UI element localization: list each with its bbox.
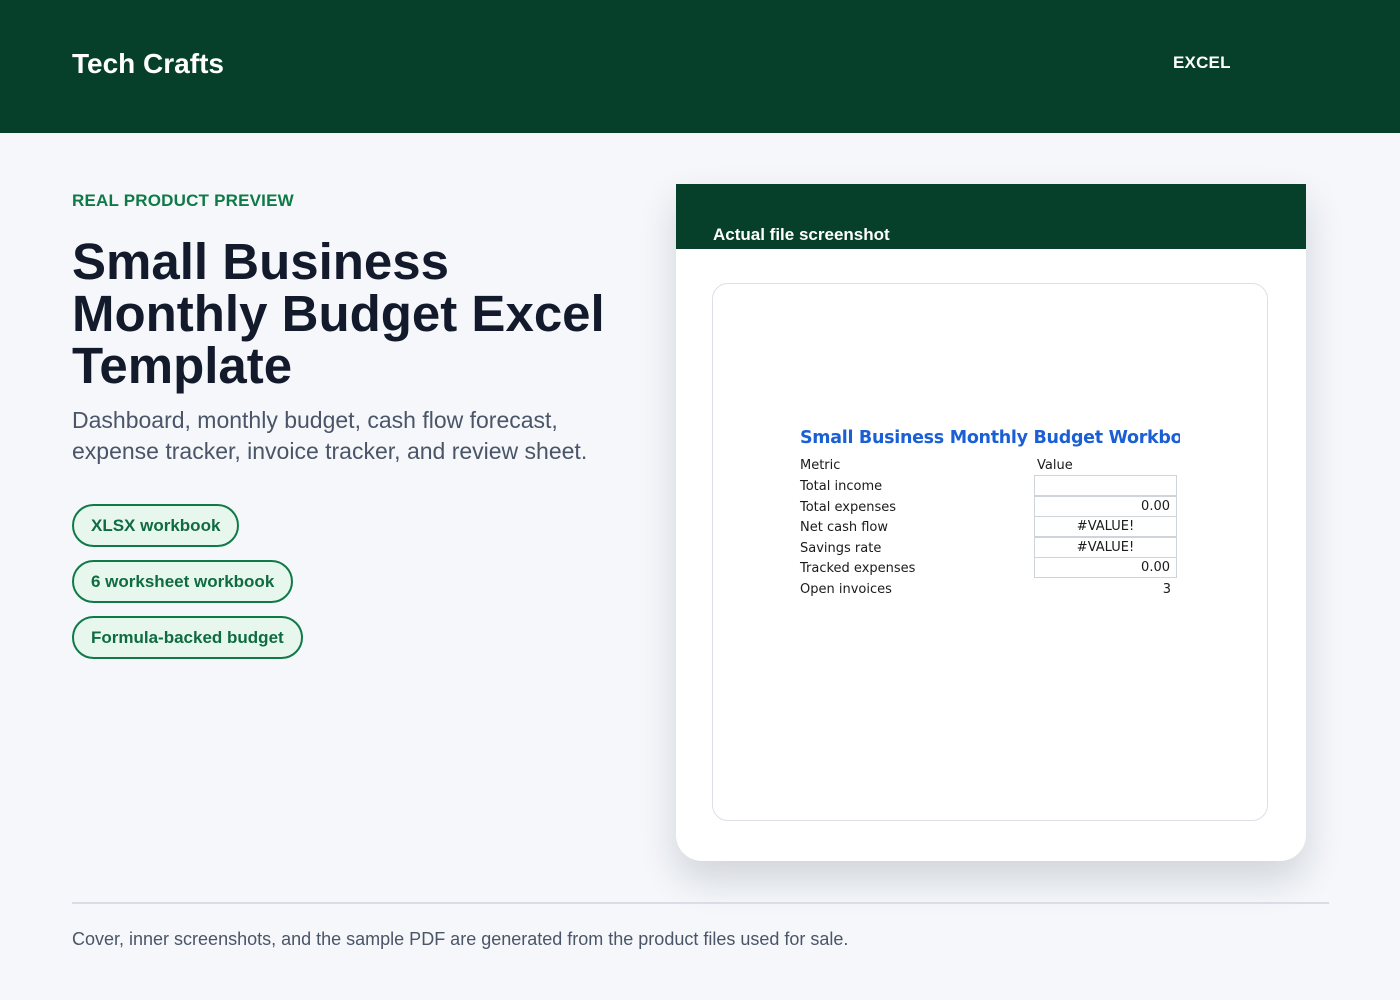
sheet-title: Small Business Monthly Budget Workbook xyxy=(800,428,1180,448)
row-label-net-cash-flow: Net cash flow xyxy=(800,520,888,535)
preview-card-label: Actual file screenshot xyxy=(713,225,890,244)
column-header-metric: Metric xyxy=(800,458,841,473)
page-title: Small Business Monthly Budget Excel Temp… xyxy=(72,233,605,394)
brand-logo-text[interactable]: Tech Crafts xyxy=(72,48,224,80)
footer-divider xyxy=(72,902,1329,904)
preview-card-header: Actual file screenshot xyxy=(676,184,1306,249)
site-header: Tech Crafts EXCEL xyxy=(0,0,1400,133)
row-label-tracked-expenses: Tracked expenses xyxy=(800,561,916,576)
screenshot-frame: Small Business Monthly Budget Workbook M… xyxy=(712,283,1268,821)
cell-total-expenses: 0.00 xyxy=(1034,496,1177,517)
row-label-total-expenses: Total expenses xyxy=(800,500,896,515)
page-subtitle: Dashboard, monthly budget, cash flow for… xyxy=(72,407,588,464)
row-label-open-invoices: Open invoices xyxy=(800,582,892,597)
cell-savings-rate: #VALUE! xyxy=(1034,537,1177,558)
nav-link-excel[interactable]: EXCEL xyxy=(1173,53,1231,73)
preview-card: Actual file screenshot Small Business Mo… xyxy=(676,184,1306,861)
cell-open-invoices: 3 xyxy=(1162,582,1171,597)
feature-pill-xlsx: XLSX workbook xyxy=(72,504,240,547)
cell-net-cash-flow: #VALUE! xyxy=(1034,516,1177,537)
row-label-savings-rate: Savings rate xyxy=(800,541,882,556)
row-label-total-income: Total income xyxy=(800,479,883,494)
feature-pill-formulas: Formula-backed budget xyxy=(72,616,303,659)
column-header-value: Value xyxy=(1037,458,1073,473)
footer-note: Cover, inner screenshots, and the sample… xyxy=(72,929,849,949)
eyebrow-label: REAL PRODUCT PREVIEW xyxy=(72,191,294,210)
cell-tracked-expenses: 0.00 xyxy=(1034,557,1177,578)
cell-total-income xyxy=(1034,475,1177,496)
feature-pill-worksheets: 6 worksheet workbook xyxy=(72,560,294,603)
